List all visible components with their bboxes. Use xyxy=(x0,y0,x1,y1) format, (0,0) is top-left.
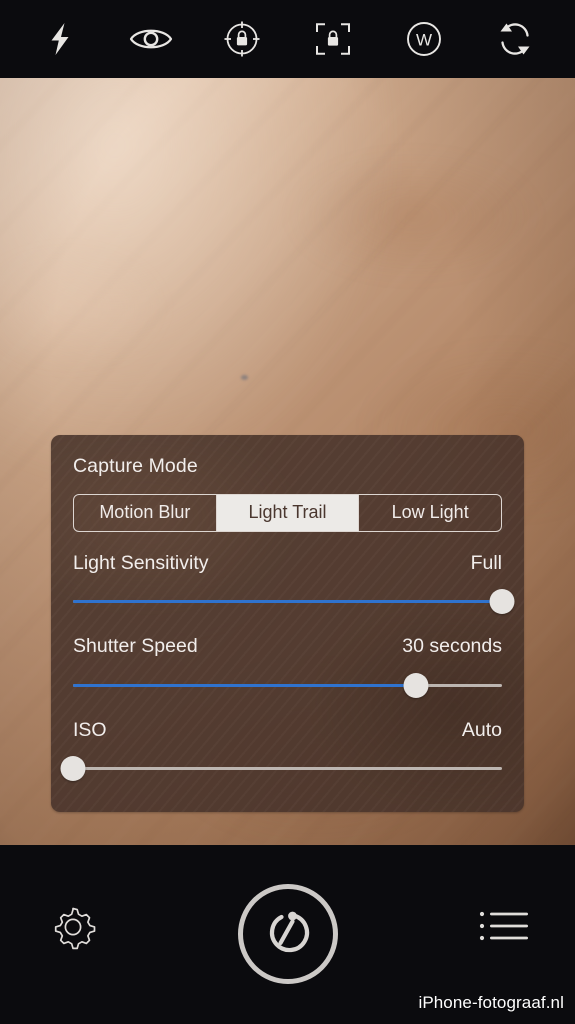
gear-icon xyxy=(48,902,98,957)
svg-text:W: W xyxy=(416,31,432,50)
shutter-speed-label: Shutter Speed xyxy=(73,635,198,657)
slider-thumb[interactable] xyxy=(403,672,429,698)
slider-thumb[interactable] xyxy=(489,589,515,614)
flash-icon xyxy=(45,22,75,56)
camera-app: W Capture Mode Motion Blur Light Trail L… xyxy=(0,0,575,1024)
settings-button[interactable] xyxy=(42,898,104,960)
switch-camera-button[interactable] xyxy=(488,12,542,66)
shutter-speed-slider[interactable] xyxy=(73,672,502,699)
list-icon xyxy=(478,906,530,951)
segment-low-light[interactable]: Low Light xyxy=(359,495,501,531)
white-balance-button[interactable]: W xyxy=(397,12,451,66)
focus-lock-button[interactable] xyxy=(215,12,269,66)
capture-mode-label: Capture Mode xyxy=(73,455,198,477)
light-sensitivity-slider[interactable] xyxy=(73,589,515,615)
white-balance-icon: W xyxy=(403,18,445,60)
light-sensitivity-label: Light Sensitivity xyxy=(73,551,209,574)
capture-mode-segmented-control[interactable]: Motion Blur Light Trail Low Light xyxy=(73,493,502,532)
watermark: iPhone-fotograaf.nl xyxy=(418,993,564,1012)
exposure-lock-button[interactable] xyxy=(306,12,360,66)
capture-settings-panel: Capture Mode Motion Blur Light Trail Low… xyxy=(51,435,524,812)
library-button[interactable] xyxy=(475,902,533,954)
timer-icon xyxy=(259,903,317,966)
iso-value: Auto xyxy=(461,718,502,741)
top-toolbar: W xyxy=(0,0,575,78)
iso-slider[interactable] xyxy=(60,756,502,782)
slider-thumb[interactable] xyxy=(60,756,86,781)
slider-fill xyxy=(73,600,502,603)
slider-track xyxy=(73,767,502,770)
switch-camera-icon xyxy=(495,20,535,58)
iso-label: ISO xyxy=(73,718,107,741)
iso-row: ISO Auto xyxy=(60,718,502,783)
exposure-lock-icon xyxy=(313,19,353,59)
shutter-speed-value: 30 seconds xyxy=(402,635,502,657)
eye-icon xyxy=(128,22,174,56)
focus-lock-icon xyxy=(222,19,262,59)
light-sensitivity-value: Full xyxy=(470,551,502,574)
segment-motion-blur[interactable]: Motion Blur xyxy=(74,494,217,531)
segment-light-trail[interactable]: Light Trail xyxy=(216,494,360,531)
flash-button[interactable] xyxy=(33,12,87,66)
shutter-button[interactable] xyxy=(238,884,338,984)
shutter-speed-row: Shutter Speed 30 seconds xyxy=(73,635,502,699)
light-sensitivity-row: Light Sensitivity Full xyxy=(73,551,515,616)
live-preview-button[interactable] xyxy=(124,12,178,66)
slider-fill xyxy=(73,683,417,687)
